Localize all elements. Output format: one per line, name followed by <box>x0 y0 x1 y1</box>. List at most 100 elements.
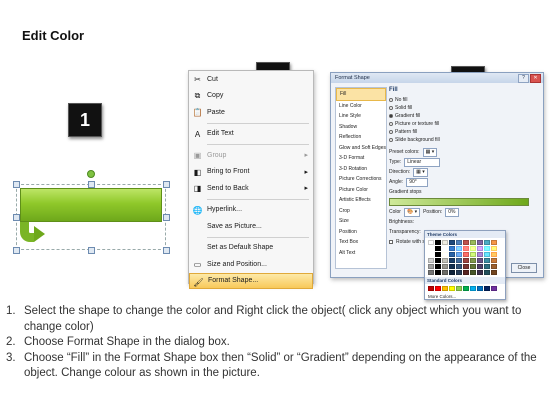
menu-item[interactable]: 📋 Paste <box>189 104 313 121</box>
color-swatch[interactable] <box>449 264 455 269</box>
color-swatch[interactable] <box>435 286 441 291</box>
dialog-nav-item[interactable]: Shadow <box>336 122 386 133</box>
resize-handle-bottom[interactable] <box>88 247 95 254</box>
menu-item[interactable]: ◧ Bring to Front ▸ <box>189 164 313 181</box>
radio-button[interactable] <box>389 138 393 142</box>
color-swatch[interactable] <box>449 258 455 263</box>
dialog-nav-item[interactable]: Crop <box>336 206 386 217</box>
color-swatch[interactable] <box>456 246 462 251</box>
rotation-handle[interactable] <box>87 170 95 178</box>
menu-item[interactable]: 🌐 Hyperlink... <box>189 202 313 219</box>
color-swatch[interactable] <box>428 286 434 291</box>
dialog-nav-item[interactable]: 3-D Format <box>336 153 386 164</box>
more-colors-link[interactable]: More Colors... <box>425 293 505 300</box>
color-swatch[interactable] <box>428 252 434 257</box>
color-swatch[interactable] <box>456 286 462 291</box>
color-swatch[interactable] <box>470 246 476 251</box>
color-swatch[interactable] <box>442 246 448 251</box>
menu-item[interactable]: Save as Picture... <box>189 218 313 235</box>
color-swatch[interactable] <box>477 286 483 291</box>
menu-item[interactable]: ▭ Size and Position... <box>189 256 313 273</box>
color-swatch[interactable] <box>428 264 434 269</box>
dialog-nav-item[interactable]: Position <box>336 227 386 238</box>
color-swatch[interactable] <box>442 270 448 275</box>
color-swatch[interactable] <box>470 252 476 257</box>
color-swatch[interactable] <box>435 240 441 245</box>
dialog-nav-item[interactable]: Artistic Effects <box>336 195 386 206</box>
color-swatch[interactable] <box>449 252 455 257</box>
menu-item[interactable]: ⧉ Copy <box>189 88 313 105</box>
color-swatch[interactable] <box>456 258 462 263</box>
color-swatch[interactable] <box>484 270 490 275</box>
color-swatch[interactable] <box>442 258 448 263</box>
color-swatch[interactable] <box>463 252 469 257</box>
dialog-nav-item[interactable]: Line Style <box>336 111 386 122</box>
color-swatch[interactable] <box>449 240 455 245</box>
color-swatch[interactable] <box>449 270 455 275</box>
color-swatch[interactable] <box>463 270 469 275</box>
color-swatch[interactable] <box>491 264 497 269</box>
color-swatch[interactable] <box>484 286 490 291</box>
menu-item[interactable]: Set as Default Shape <box>189 240 313 257</box>
color-swatch[interactable] <box>435 246 441 251</box>
resize-handle-top[interactable] <box>88 181 95 188</box>
fill-option[interactable]: Slide background fill <box>389 136 539 144</box>
fill-option[interactable]: No fill <box>389 96 539 104</box>
menu-item[interactable]: A Edit Text <box>189 126 313 143</box>
resize-handle-top-left[interactable] <box>13 181 20 188</box>
color-swatch[interactable] <box>463 286 469 291</box>
color-swatch[interactable] <box>477 240 483 245</box>
color-swatch[interactable] <box>428 246 434 251</box>
dialog-nav-item[interactable]: Glow and Soft Edges <box>336 143 386 154</box>
dialog-close-icon[interactable]: ✕ <box>530 74 541 83</box>
dialog-nav-item[interactable]: Picture Color <box>336 185 386 196</box>
color-swatch[interactable] <box>470 286 476 291</box>
color-swatch[interactable] <box>435 264 441 269</box>
color-swatch[interactable] <box>477 252 483 257</box>
color-swatch[interactable] <box>442 240 448 245</box>
color-swatch[interactable] <box>456 252 462 257</box>
color-swatch[interactable] <box>449 286 455 291</box>
color-swatch[interactable] <box>484 264 490 269</box>
color-dropdown[interactable]: 🎨 ▾ <box>403 207 421 217</box>
resize-handle-bottom-right[interactable] <box>163 247 170 254</box>
color-swatch[interactable] <box>428 270 434 275</box>
color-swatch[interactable] <box>435 258 441 263</box>
green-banner-shape[interactable] <box>20 188 162 222</box>
color-swatch[interactable] <box>484 252 490 257</box>
dialog-nav-item[interactable]: Picture Corrections <box>336 174 386 185</box>
color-swatch[interactable] <box>477 246 483 251</box>
fill-option[interactable]: Pattern fill <box>389 128 539 136</box>
color-swatch[interactable] <box>428 258 434 263</box>
color-swatch[interactable] <box>463 258 469 263</box>
color-swatch[interactable] <box>477 270 483 275</box>
color-swatch[interactable] <box>463 246 469 251</box>
color-swatch[interactable] <box>470 270 476 275</box>
color-swatch[interactable] <box>435 252 441 257</box>
menu-item[interactable]: 🖌 Format Shape... <box>189 272 313 289</box>
menu-item[interactable]: ✂ Cut <box>189 71 313 88</box>
color-swatch[interactable] <box>463 264 469 269</box>
color-swatch[interactable] <box>491 246 497 251</box>
close-button[interactable]: Close <box>511 263 537 273</box>
menu-item[interactable]: ◨ Send to Back ▸ <box>189 180 313 197</box>
color-swatch[interactable] <box>491 252 497 257</box>
radio-button[interactable] <box>389 106 393 110</box>
color-swatch[interactable] <box>435 270 441 275</box>
radio-button[interactable] <box>389 114 393 118</box>
color-swatch[interactable] <box>470 258 476 263</box>
color-swatch[interactable] <box>477 264 483 269</box>
resize-handle-right[interactable] <box>163 214 170 221</box>
radio-button[interactable] <box>389 98 393 102</box>
resize-handle-bottom-left[interactable] <box>13 247 20 254</box>
color-swatch[interactable] <box>470 240 476 245</box>
radio-button[interactable] <box>389 130 393 134</box>
color-swatch[interactable] <box>484 258 490 263</box>
color-swatch[interactable] <box>442 286 448 291</box>
color-swatch[interactable] <box>456 264 462 269</box>
color-swatch[interactable] <box>477 258 483 263</box>
color-swatch[interactable] <box>484 240 490 245</box>
color-swatch[interactable] <box>491 270 497 275</box>
dialog-nav-item[interactable]: 3-D Rotation <box>336 164 386 175</box>
gradient-stops-bar[interactable] <box>389 198 529 206</box>
